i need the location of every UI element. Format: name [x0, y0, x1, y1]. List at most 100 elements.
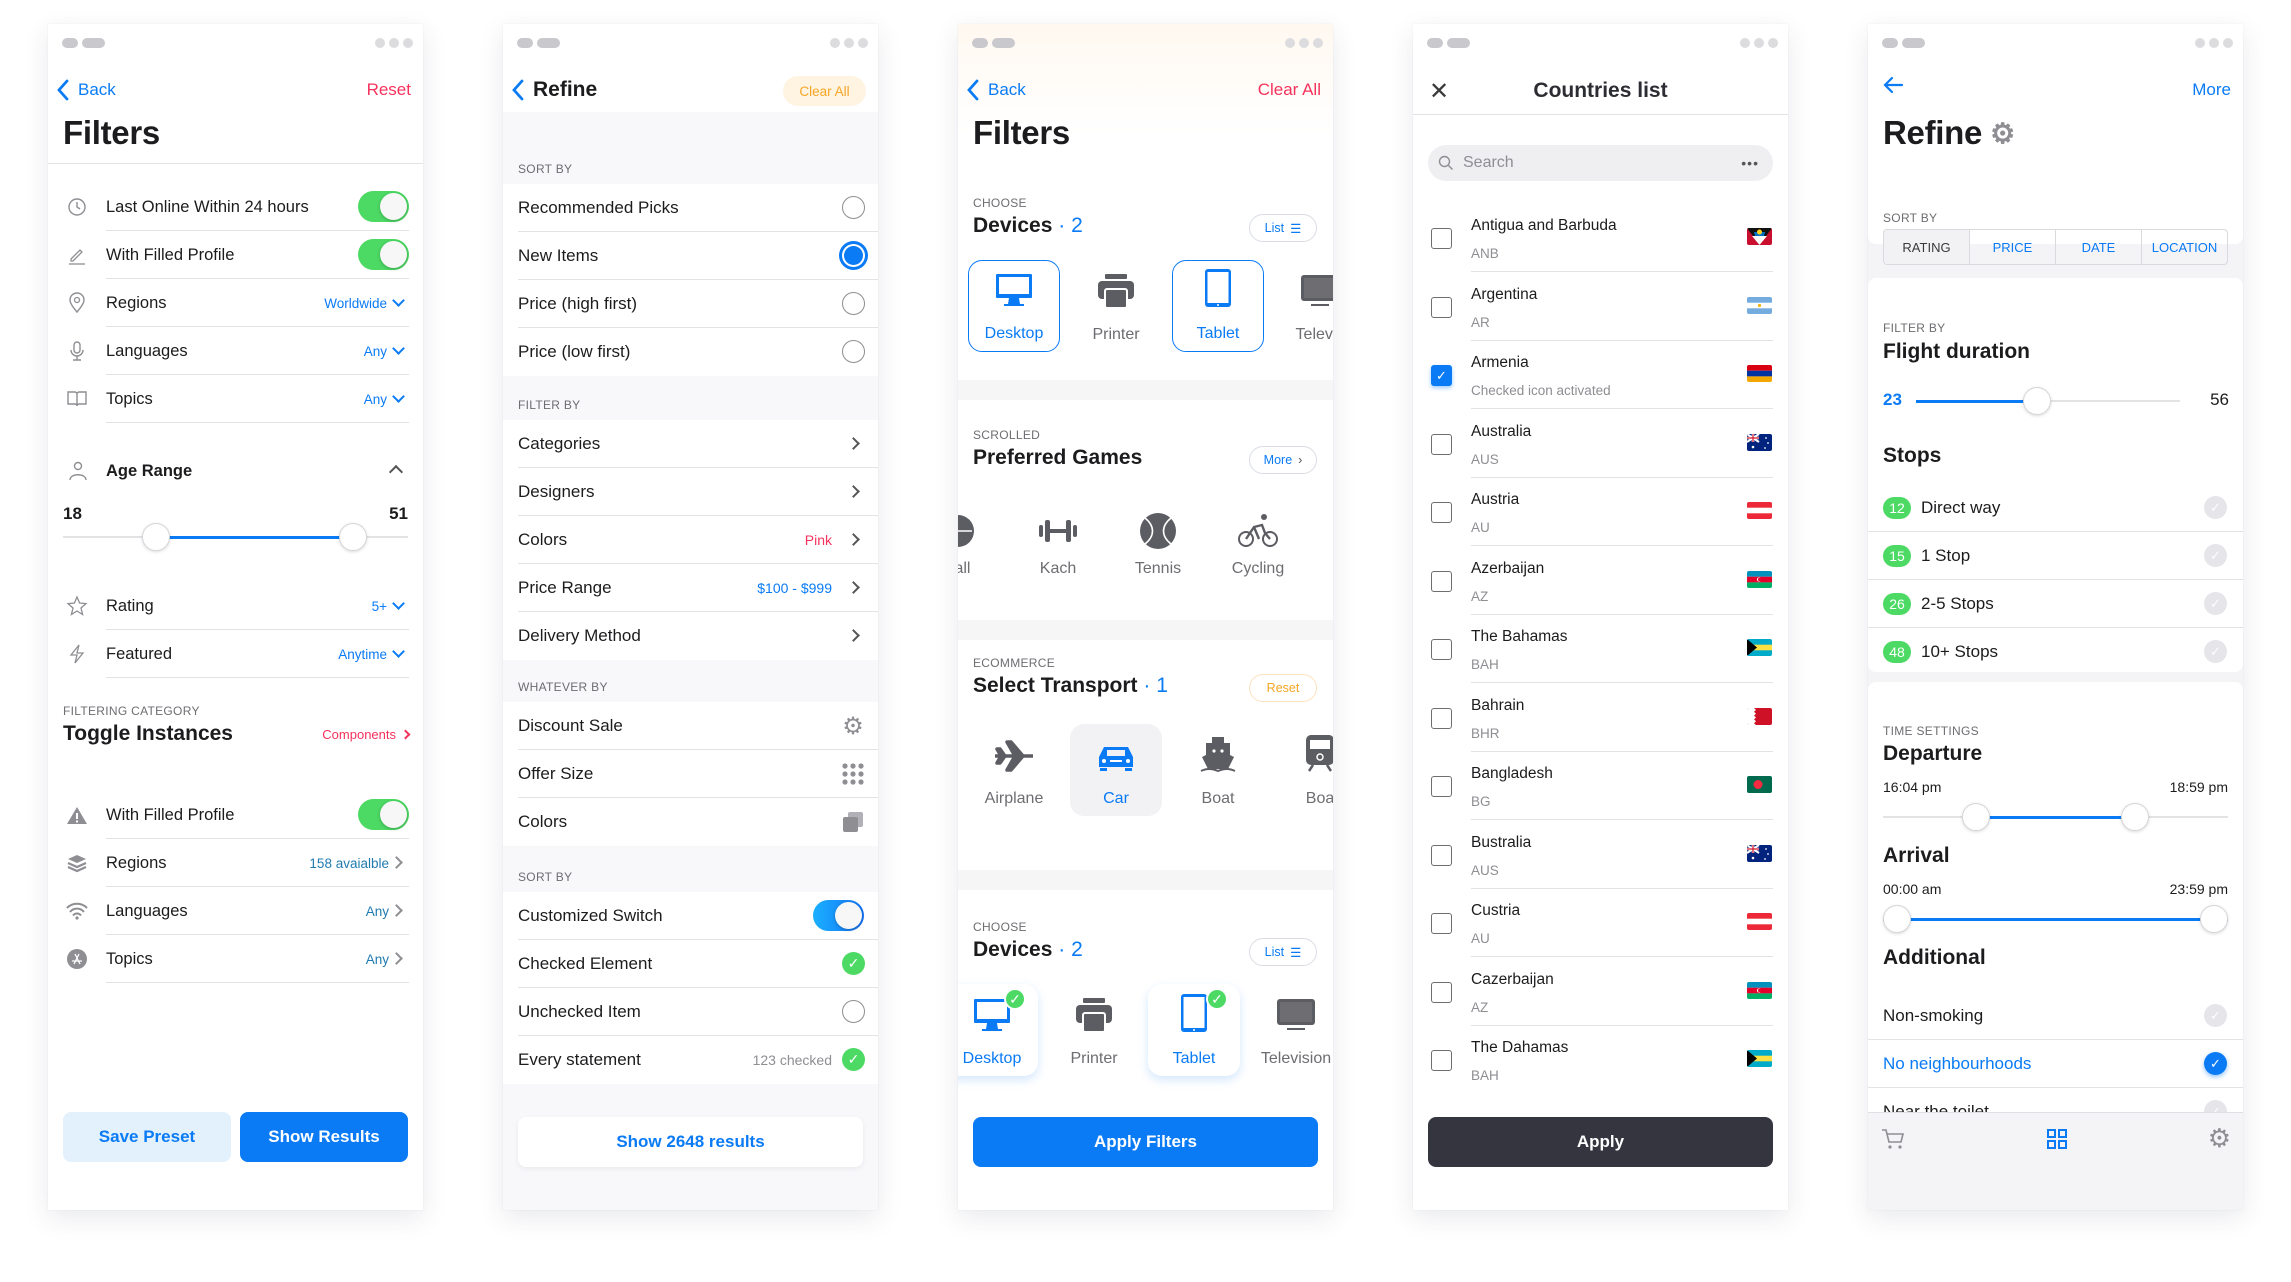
show-results-button[interactable]: Show Results	[240, 1112, 408, 1162]
filter-row[interactable]: Featured Anytime	[48, 630, 423, 678]
checkbox[interactable]	[1431, 1050, 1452, 1071]
stop-option[interactable]: 48 10+ Stops ✓	[1868, 628, 2243, 676]
list-item[interactable]: Checked Element ✓	[503, 940, 878, 988]
radio-unselected[interactable]	[842, 292, 865, 315]
check-circle-icon[interactable]: ✓	[842, 1048, 865, 1071]
cart-icon[interactable]	[1880, 1127, 1906, 1156]
checkbox[interactable]	[1431, 844, 1452, 866]
slider-handle-low[interactable]	[1962, 803, 1991, 831]
list-item[interactable]: Categories	[503, 420, 878, 468]
toggle-switch[interactable]	[358, 191, 409, 222]
radio-unselected[interactable]	[842, 340, 865, 363]
chevron-right-icon[interactable]	[390, 904, 403, 917]
stop-option[interactable]: 15 1 Stop ✓	[1868, 532, 2243, 580]
clear-all-button[interactable]: Clear All	[1258, 80, 1321, 100]
filter-row[interactable]: Topics Any	[48, 935, 423, 983]
more-button[interactable]: More ›	[1249, 446, 1317, 474]
sort-tab-date[interactable]: DATE	[2055, 230, 2141, 264]
chevron-right-icon[interactable]	[390, 856, 403, 869]
list-item[interactable]: Price (high first)	[503, 280, 878, 328]
checkbox[interactable]	[1431, 776, 1452, 797]
back-button[interactable]: Back	[966, 79, 1026, 101]
chevron-down-icon[interactable]	[392, 294, 405, 307]
check-circle-icon[interactable]: ✓	[2204, 592, 2227, 615]
checkbox[interactable]	[1431, 981, 1452, 1003]
more-button[interactable]: More	[2192, 80, 2231, 100]
list-view-button[interactable]: List ☰	[1249, 214, 1317, 242]
chevron-right-icon[interactable]	[390, 952, 403, 965]
search-field[interactable]: Search •••	[1428, 145, 1773, 181]
list-item[interactable]: Customized Switch	[503, 892, 878, 940]
transport-tile[interactable]: Boat	[1172, 724, 1264, 816]
country-row[interactable]: Bangladesh BG	[1413, 752, 1788, 820]
radio-selected[interactable]	[842, 244, 865, 267]
list-item[interactable]: Unchecked Item	[503, 988, 878, 1036]
back-button[interactable]: Refine	[511, 78, 597, 102]
radio-unselected[interactable]	[842, 196, 865, 219]
check-circle-icon[interactable]: ✓	[2204, 640, 2227, 663]
stop-option[interactable]: 26 2-5 Stops ✓	[1868, 580, 2243, 628]
game-item[interactable]: Cycling	[1220, 510, 1296, 590]
chevron-down-icon[interactable]	[392, 597, 405, 610]
slider-handle-high[interactable]	[338, 523, 367, 551]
check-circle-icon[interactable]: ✓	[2204, 544, 2227, 567]
country-row[interactable]: The Dahamas BAH	[1413, 1026, 1788, 1094]
device-tile[interactable]: Printer	[1048, 984, 1140, 1076]
country-row[interactable]: ✓ Armenia Checked icon activated	[1413, 341, 1788, 409]
list-item[interactable]: Price (low first)	[503, 328, 878, 376]
list-item[interactable]: Discount Sale ⚙	[503, 702, 878, 750]
apply-button[interactable]: Apply	[1428, 1117, 1773, 1167]
additional-option[interactable]: No neighbourhoods ✓	[1868, 1040, 2243, 1088]
transport-tile[interactable]: Airplane	[968, 724, 1060, 816]
chevron-down-icon[interactable]	[392, 390, 405, 403]
slider-handle-high[interactable]	[2120, 803, 2149, 831]
sort-tab-rating[interactable]: RATING	[1884, 230, 1969, 264]
back-arrow-icon[interactable]	[1882, 76, 1904, 99]
filter-row[interactable]: Languages Any	[48, 327, 423, 375]
sort-tab-location[interactable]: LOCATION	[2141, 230, 2227, 264]
country-row[interactable]: Bahrain BHR	[1413, 684, 1788, 752]
list-view-button-2[interactable]: List ☰	[1249, 938, 1317, 966]
list-item[interactable]: Recommended Picks	[503, 184, 878, 232]
list-item[interactable]: Colors	[503, 798, 878, 846]
country-row[interactable]: Cazerbaijan AZ	[1413, 958, 1788, 1026]
settings-icon[interactable]: ⚙	[2208, 1123, 2231, 1154]
apply-filters-button[interactable]: Apply Filters	[973, 1117, 1318, 1167]
country-row[interactable]: The Bahamas BAH	[1413, 615, 1788, 683]
reset-transport-button[interactable]: Reset	[1249, 674, 1317, 702]
checkbox[interactable]	[1431, 707, 1452, 729]
components-link[interactable]: Components	[322, 727, 411, 742]
device-tile[interactable]: Television	[1250, 984, 1333, 1076]
checkbox-checked[interactable]: ✓	[1431, 365, 1452, 386]
more-options-icon[interactable]: •••	[1741, 155, 1759, 171]
game-item[interactable]: ball	[958, 510, 996, 590]
checkbox[interactable]	[1431, 433, 1452, 455]
checkbox[interactable]	[1431, 913, 1452, 934]
reset-button[interactable]: Reset	[367, 80, 411, 100]
unchecked-circle-icon[interactable]	[842, 1000, 865, 1023]
device-tile[interactable]: Tablet	[1172, 260, 1264, 352]
checkbox[interactable]	[1431, 570, 1452, 592]
game-item[interactable]: Kach	[1020, 510, 1096, 590]
list-item[interactable]: Designers	[503, 468, 878, 516]
slider-handle-low[interactable]	[1883, 905, 1911, 933]
chevron-up-icon[interactable]	[388, 464, 404, 480]
save-preset-button[interactable]: Save Preset	[63, 1112, 231, 1162]
device-tile[interactable]: Desktop ✓	[958, 984, 1038, 1076]
check-circle-icon[interactable]: ✓	[2204, 1004, 2227, 1027]
device-tile[interactable]: Printer	[1070, 260, 1162, 352]
country-row[interactable]: Custria AU	[1413, 889, 1788, 957]
list-item[interactable]: Colors Pink	[503, 516, 878, 564]
filter-row[interactable]: Topics Any	[48, 375, 423, 423]
country-row[interactable]: Azerbaijan AZ	[1413, 547, 1788, 615]
list-item[interactable]: Delivery Method	[503, 612, 878, 660]
filter-row[interactable]: Last Online Within 24 hours	[48, 183, 423, 231]
list-item[interactable]: Price Range $100 - $999	[503, 564, 878, 612]
game-item[interactable]: T	[1320, 510, 1333, 590]
filter-row[interactable]: Regions 158 avaialble	[48, 839, 423, 887]
list-item[interactable]: New Items	[503, 232, 878, 280]
sort-tab-price[interactable]: PRICE	[1969, 230, 2055, 264]
country-row[interactable]: Argentina AR	[1413, 273, 1788, 341]
checkbox[interactable]	[1431, 228, 1452, 249]
check-circle-icon[interactable]: ✓	[2204, 496, 2227, 519]
